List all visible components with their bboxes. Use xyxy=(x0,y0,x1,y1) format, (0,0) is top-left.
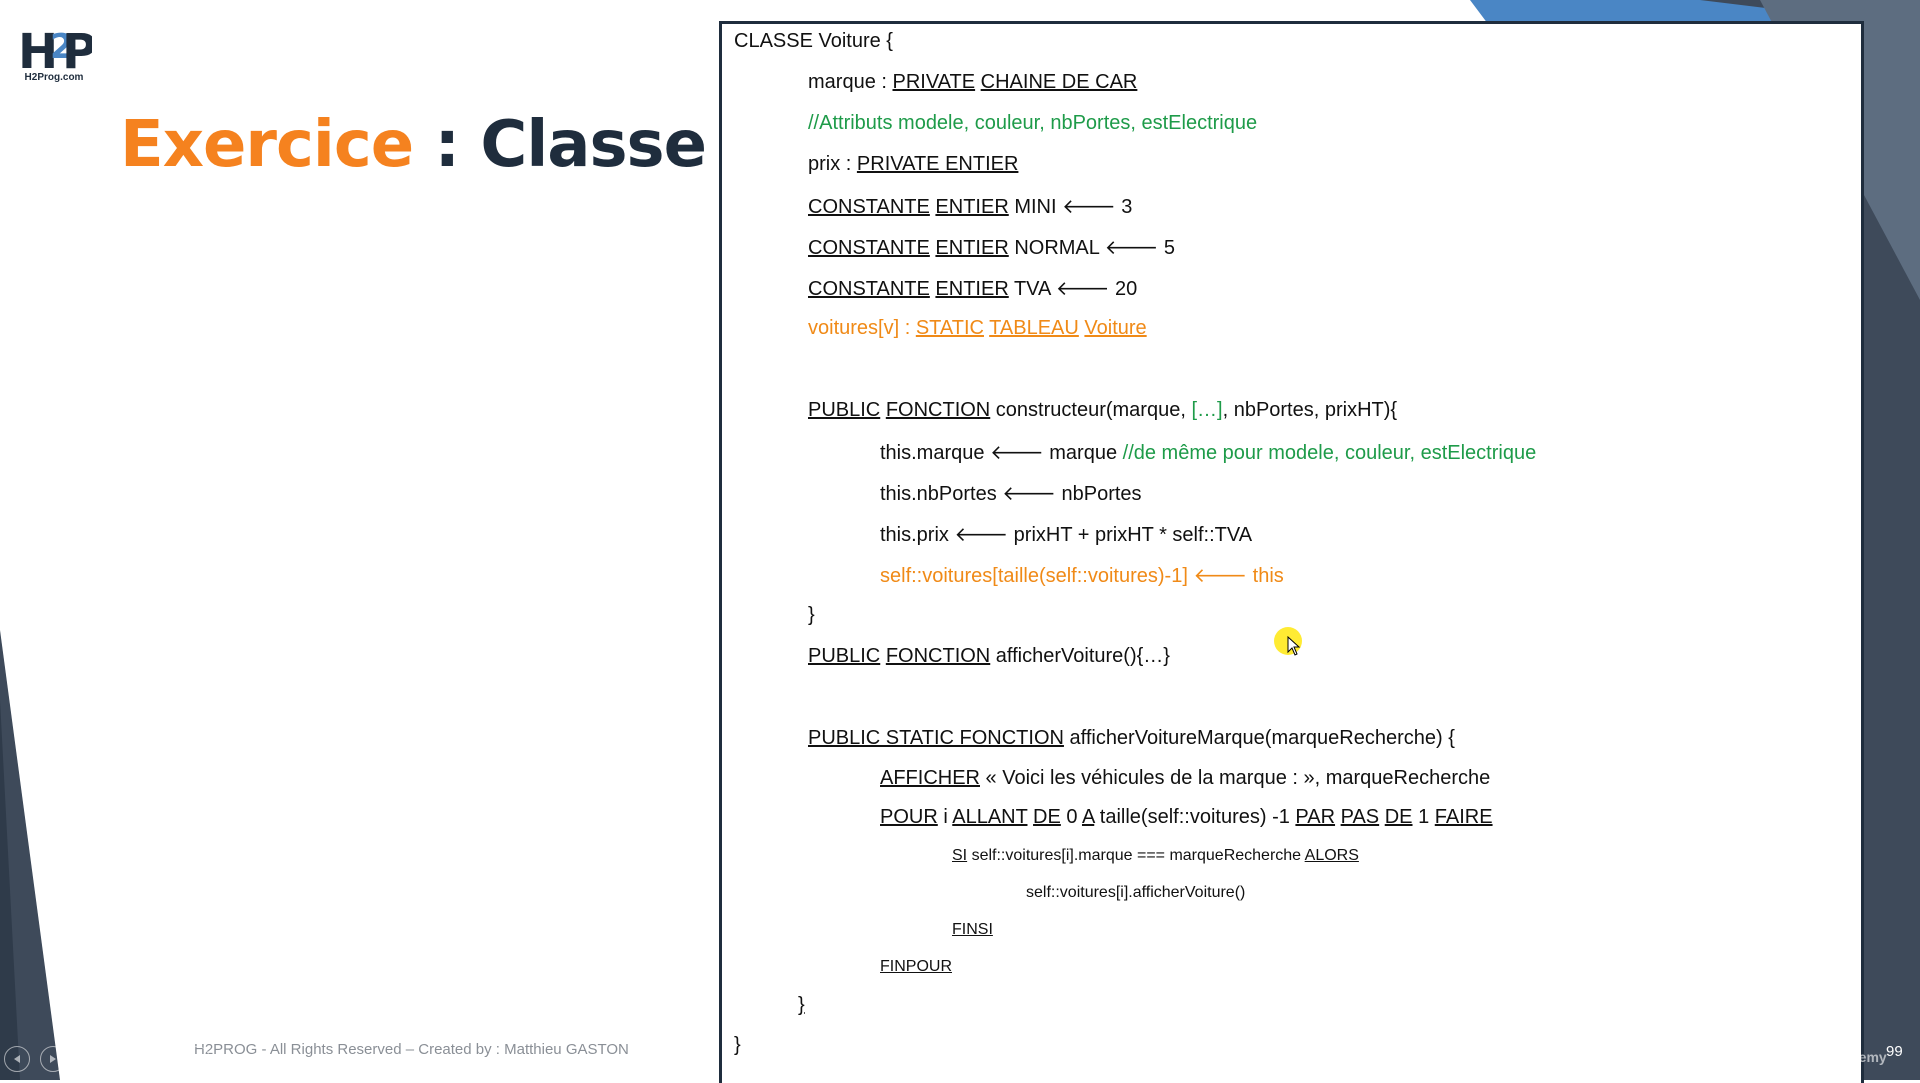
zoom-icon[interactable] xyxy=(148,1046,174,1072)
slideshow-controls xyxy=(4,1046,210,1072)
arrow-left-icon: 🡐 xyxy=(990,442,1044,464)
code-line-pour-loop: POUR i ALLANT DE 0 A taille(self::voitur… xyxy=(880,806,1493,828)
title-exercise: Exercice xyxy=(120,108,414,182)
code-line-this-nbportes: this.nbPortes 🡐 nbPortes xyxy=(880,483,1142,505)
code-line-afficher-voiture-marque: PUBLIC STATIC FONCTION afficherVoitureMa… xyxy=(808,727,1455,749)
udemy-watermark: Udemy xyxy=(1840,1049,1887,1065)
slide-page-number: 99 xyxy=(1886,1043,1903,1060)
arrow-left-icon: 🡐 xyxy=(1062,196,1116,218)
pen-icon[interactable] xyxy=(76,1046,102,1072)
code-line-marque: marque : PRIVATE CHAINE DE CAR xyxy=(808,71,1138,93)
code-line-afficher-call: self::voitures[i].afficherVoiture() xyxy=(1026,884,1246,901)
code-line-voitures-static: voitures[v] : STATIC TABLEAU Voiture xyxy=(808,317,1147,339)
arrow-left-icon: 🡐 xyxy=(954,524,1009,546)
slide-title: Exercice : Classe xyxy=(120,108,707,182)
more-icon[interactable] xyxy=(184,1046,210,1072)
code-line-const-mini: CONSTANTE ENTIER MINI 🡐 3 xyxy=(808,196,1133,218)
code-line-afficher-voiture: PUBLIC FONCTION afficherVoiture(){…} xyxy=(808,645,1170,667)
pseudocode-panel: CLASSE Voiture { marque : PRIVATE CHAINE… xyxy=(719,21,1864,1083)
code-line-this-marque: this.marque 🡐 marque //de même pour mode… xyxy=(880,442,1537,464)
arrow-left-icon: 🡐 xyxy=(1002,483,1056,505)
code-line-self-voitures-push: self::voitures[taille(self::voitures)-1]… xyxy=(880,565,1284,587)
mouse-cursor-icon xyxy=(1287,636,1301,656)
code-line-class-close: } xyxy=(734,1034,741,1056)
next-slide-icon[interactable] xyxy=(40,1046,66,1072)
arrow-left-icon: 🡐 xyxy=(1055,278,1110,300)
code-line-finsi: FINSI xyxy=(952,921,993,938)
code-line-comment-attributes: //Attributs modele, couleur, nbPortes, e… xyxy=(808,112,1258,134)
code-line-this-prix: this.prix 🡐 prixHT + prixHT * self::TVA xyxy=(880,524,1253,546)
code-line-const-tva: CONSTANTE ENTIER TVA 🡐 20 xyxy=(808,278,1138,300)
code-line-const-normal: CONSTANTE ENTIER NORMAL 🡐 5 xyxy=(808,237,1176,259)
code-line-method-close: } xyxy=(798,994,805,1016)
title-class: : Classe xyxy=(413,108,707,182)
code-line-finpour: FINPOUR xyxy=(880,958,952,975)
arrow-left-icon: 🡐 xyxy=(1193,565,1248,587)
footer-copyright: H2PROG - All Rights Reserved – Created b… xyxy=(194,1041,629,1058)
logo-caption: H2Prog.com xyxy=(24,72,84,83)
previous-slide-icon[interactable] xyxy=(4,1046,30,1072)
arrow-left-icon: 🡐 xyxy=(1104,237,1159,259)
code-line-si-condition: SI self::voitures[i].marque === marqueRe… xyxy=(952,847,1359,864)
code-line-class-decl: CLASSE Voiture { xyxy=(734,30,893,52)
code-line-afficher-message: AFFICHER « Voici les véhicules de la mar… xyxy=(880,767,1491,789)
code-line-prix: prix : PRIVATE ENTIER xyxy=(808,153,1019,175)
slides-icon[interactable] xyxy=(112,1046,138,1072)
code-line-constructeur: PUBLIC FONCTION constructeur(marque, […]… xyxy=(808,399,1398,421)
code-line-constructeur-close: } xyxy=(808,604,815,626)
